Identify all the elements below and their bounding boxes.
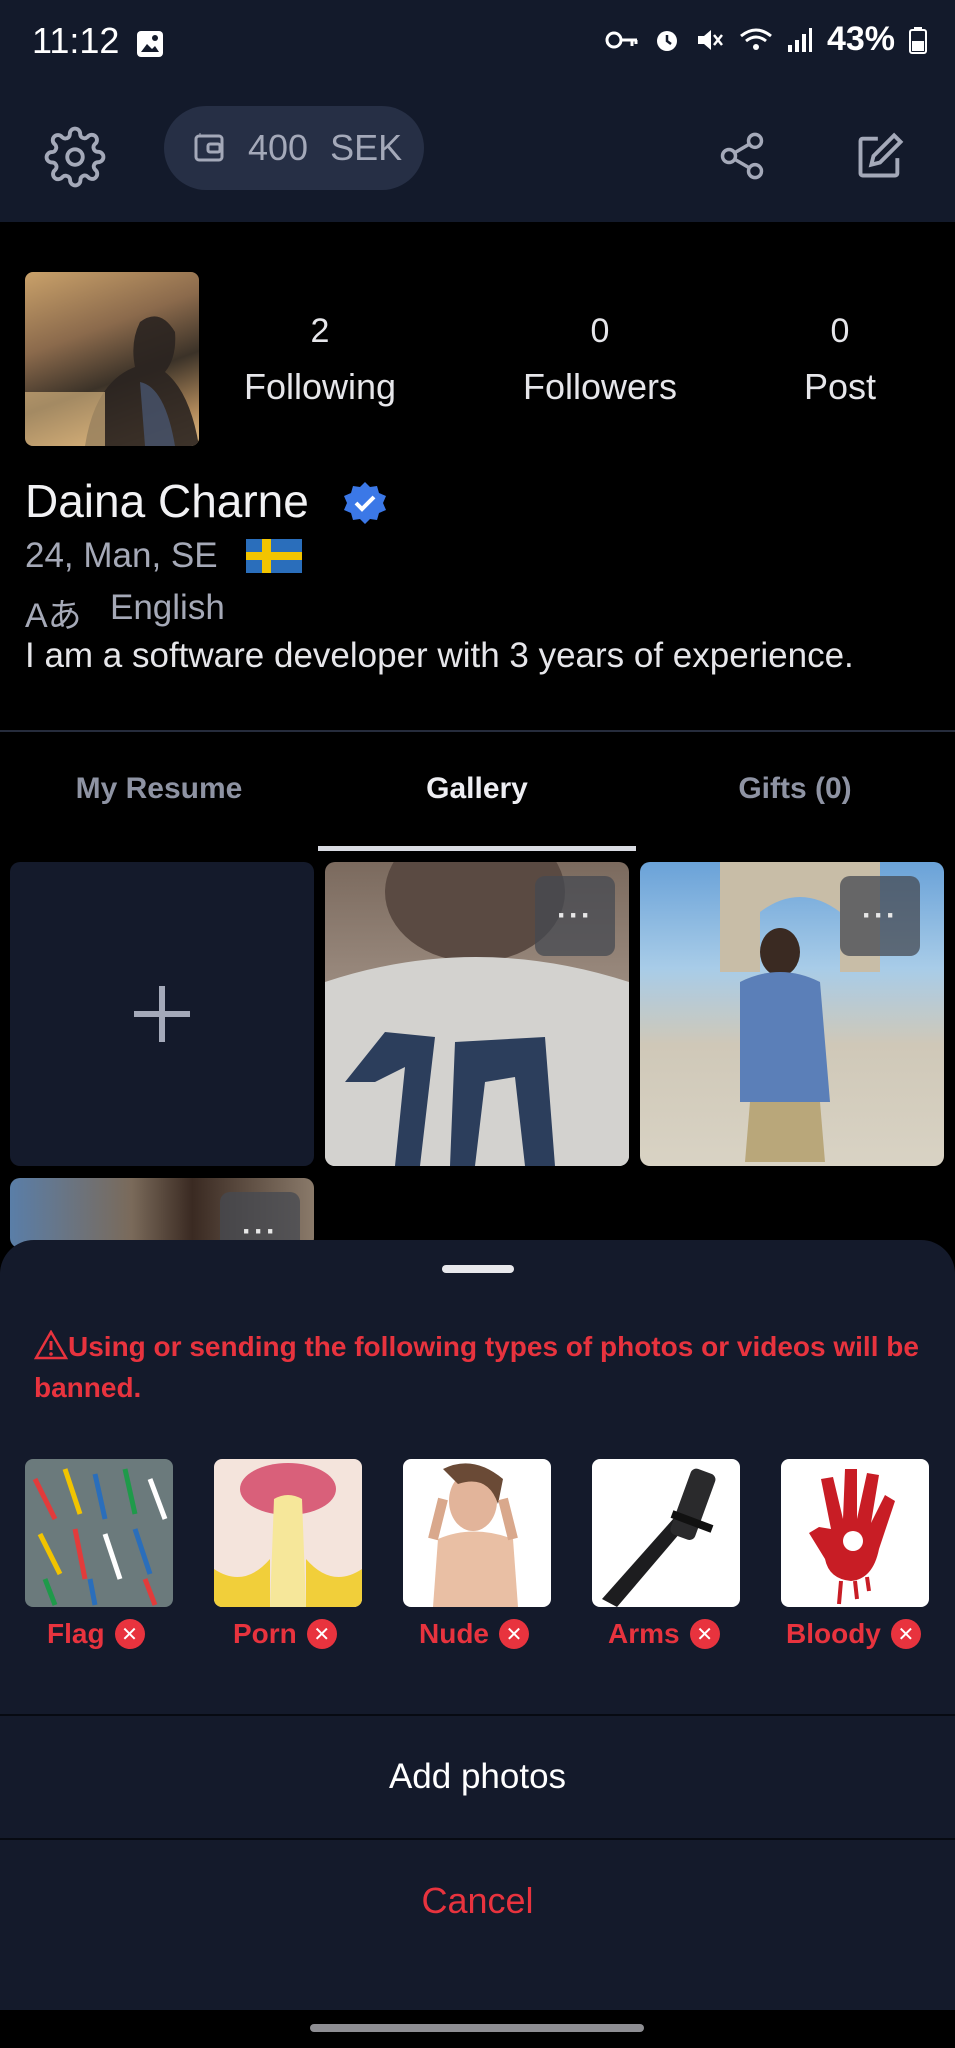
- battery-icon: [909, 26, 927, 54]
- status-icons: 43%: [605, 20, 927, 59]
- settings-gear-icon[interactable]: [44, 126, 106, 193]
- add-photo-tile[interactable]: [10, 862, 314, 1166]
- close-badge-icon: ✕: [689, 1619, 720, 1649]
- category-arms: Arms ✕: [608, 1618, 720, 1650]
- language-icon: Aあ: [25, 597, 82, 635]
- photo-more-button[interactable]: ···: [535, 876, 615, 956]
- category-flag: Flag ✕: [47, 1618, 145, 1650]
- knife-image: [592, 1459, 740, 1607]
- tab-gifts[interactable]: Gifts (0): [636, 772, 954, 806]
- post-count[interactable]: 0: [740, 312, 940, 351]
- tab-gallery[interactable]: Gallery: [318, 772, 636, 806]
- share-icon[interactable]: [716, 130, 768, 187]
- divider: [0, 730, 955, 732]
- mute-icon: [697, 29, 723, 50]
- home-indicator[interactable]: [310, 2024, 644, 2032]
- profile-age-gender-country: 24, Man, SE: [25, 536, 218, 575]
- category-nude: Nude ✕: [419, 1618, 529, 1650]
- gallery-photo[interactable]: ···: [10, 1178, 314, 1248]
- alarm-icon: [656, 30, 677, 51]
- gallery-notification-icon: [136, 30, 164, 63]
- ban-warning: Using or sending the following types of …: [33, 1326, 924, 1408]
- following-count[interactable]: 2: [220, 312, 420, 351]
- profile-avatar[interactable]: [25, 272, 199, 446]
- nude-image: [403, 1459, 551, 1607]
- followers-count[interactable]: 0: [500, 312, 700, 351]
- close-badge-icon: ✕: [499, 1619, 529, 1649]
- close-badge-icon: ✕: [890, 1619, 921, 1649]
- wallet-currency: SEK: [330, 127, 403, 168]
- app-header: [0, 86, 955, 222]
- followers-label[interactable]: Followers: [500, 366, 700, 408]
- tab-my-resume[interactable]: My Resume: [0, 772, 318, 806]
- banana-image: [214, 1459, 362, 1607]
- wifi-icon: [740, 28, 772, 50]
- sweden-flag-icon: [246, 539, 302, 573]
- close-badge-icon: ✕: [306, 1619, 337, 1649]
- gallery-photo[interactable]: ···: [640, 862, 944, 1166]
- battery-percent: 43%: [826, 20, 895, 58]
- verified-badge-icon: [341, 480, 389, 533]
- wallet-icon: [194, 133, 224, 162]
- following-label[interactable]: Following: [220, 366, 420, 408]
- vpn-key-icon: [605, 31, 638, 48]
- ban-warning-text: Using or sending the following types of …: [34, 1331, 919, 1403]
- photo-more-button[interactable]: ···: [840, 876, 920, 956]
- active-tab-indicator: [318, 846, 636, 851]
- profile-language: English: [110, 588, 225, 627]
- sheet-drag-handle[interactable]: [442, 1265, 514, 1273]
- gallery-photo[interactable]: ···: [325, 862, 629, 1166]
- warning-icon: [33, 1329, 69, 1360]
- wallet-balance-button[interactable]: 400 SEK: [164, 106, 424, 190]
- wallet-amount: 400: [248, 127, 309, 168]
- profile-name: Daina Charne: [25, 475, 309, 527]
- category-porn: Porn ✕: [233, 1618, 337, 1650]
- add-photos-button[interactable]: Add photos: [0, 1716, 955, 1838]
- edit-profile-icon[interactable]: [854, 130, 906, 187]
- status-time: 11:12: [32, 20, 120, 61]
- category-bloody: Bloody ✕: [786, 1618, 921, 1650]
- post-label[interactable]: Post: [740, 366, 940, 408]
- bloody-hand-image: [781, 1459, 929, 1607]
- flags-image: [25, 1459, 173, 1607]
- profile-bio: I am a software developer with 3 years o…: [25, 636, 854, 675]
- plus-icon: [134, 986, 190, 1042]
- cancel-button[interactable]: Cancel: [0, 1840, 955, 1962]
- signal-icon: [787, 27, 812, 52]
- close-badge-icon: ✕: [114, 1619, 145, 1649]
